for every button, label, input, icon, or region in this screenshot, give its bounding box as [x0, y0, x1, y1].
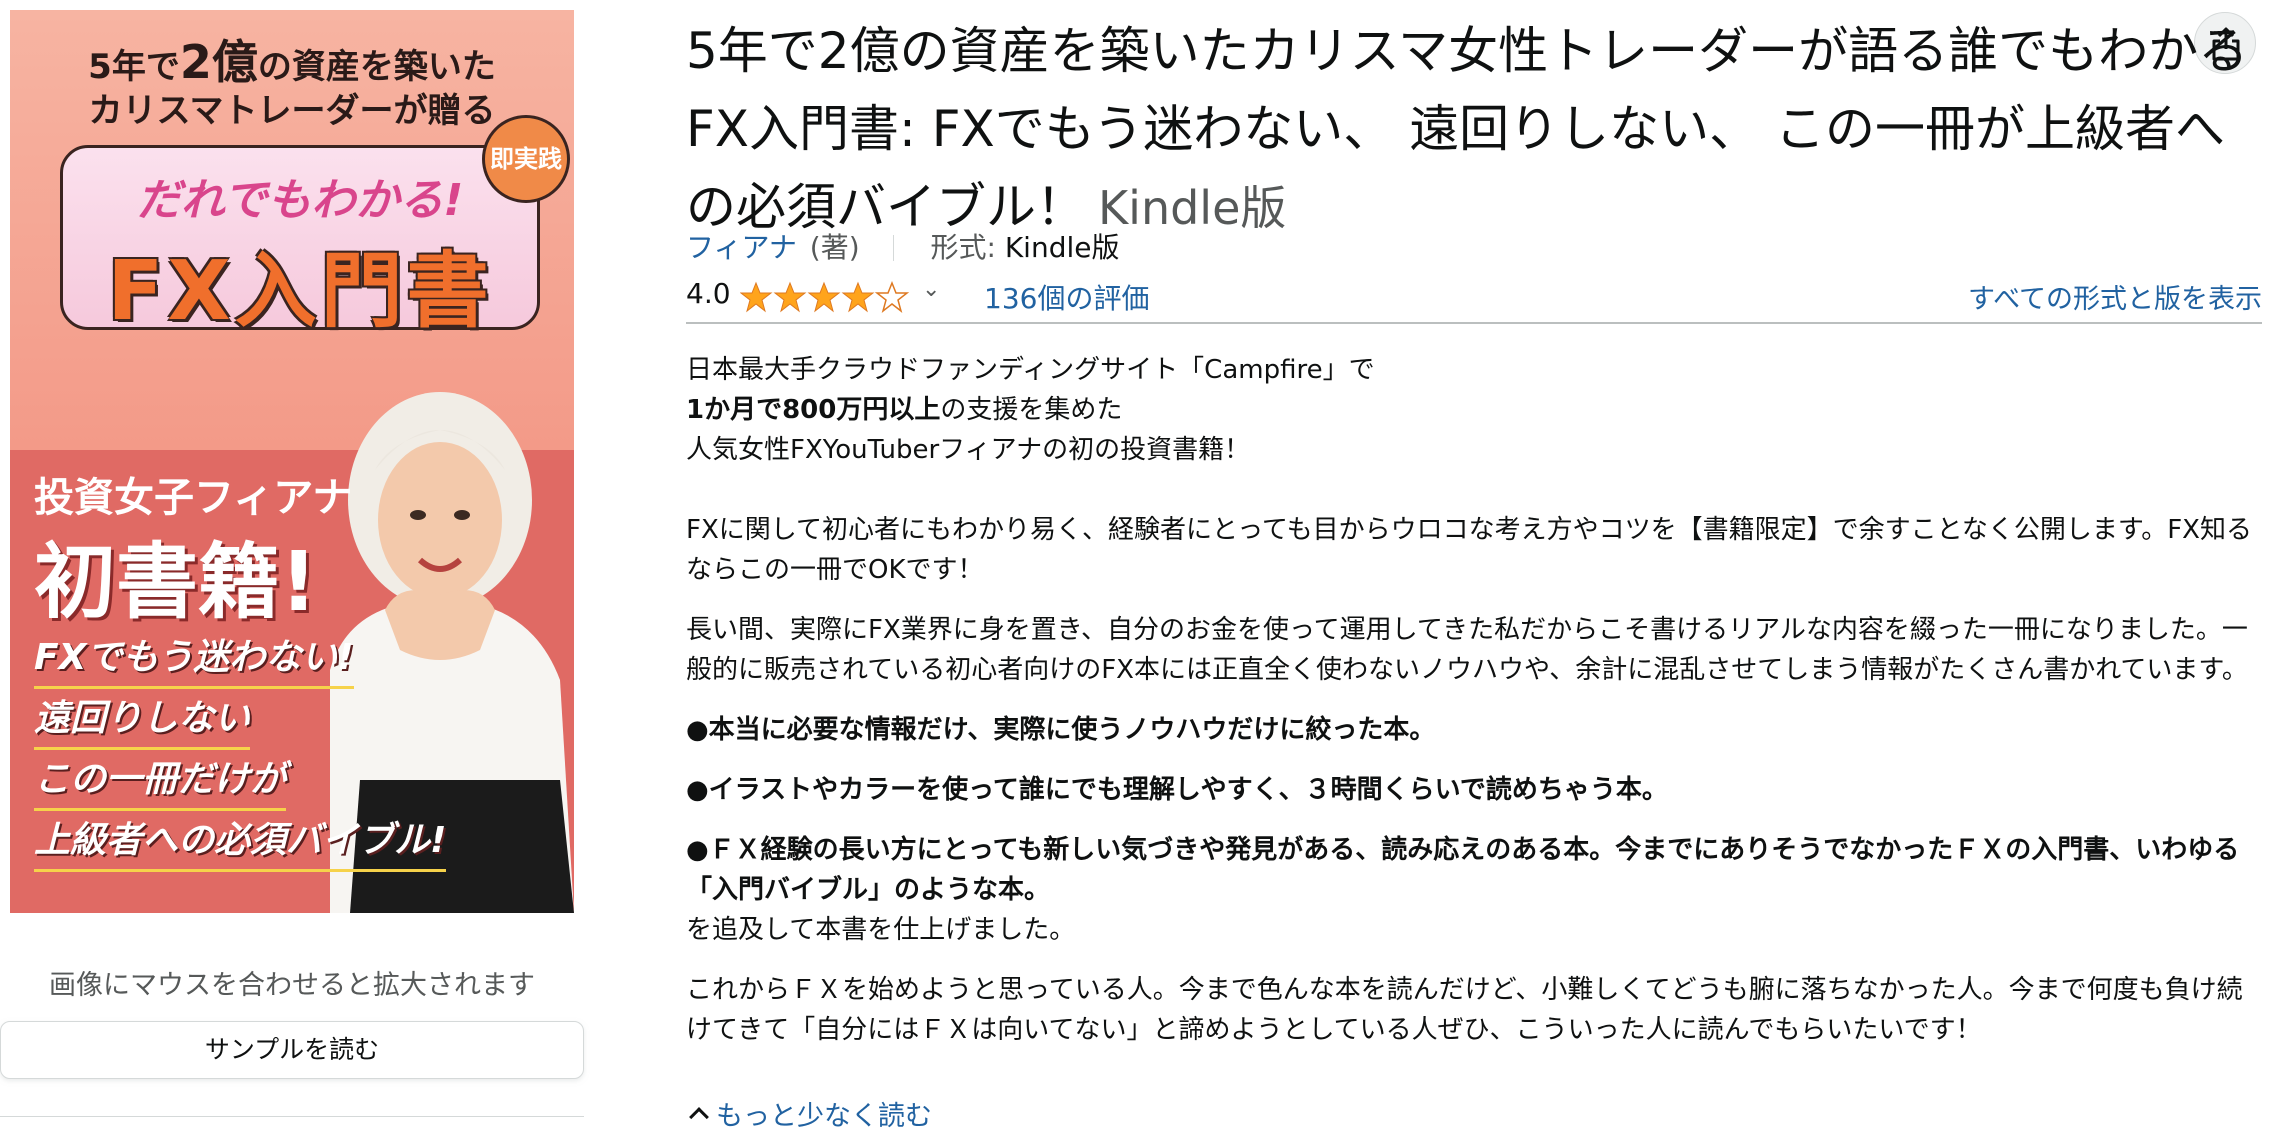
desc-bullet-3: ●ＦＸ経験の長い方にとっても新しい気づきや発見がある、読み応えのある本。今までに…: [686, 835, 2240, 905]
author-link[interactable]: フィアナ: [686, 231, 797, 264]
chevron-up-icon: [689, 1107, 709, 1127]
read-less-link[interactable]: もっと少なく読む: [686, 1094, 932, 1133]
cover-subtitle: だれでもわかる!: [136, 175, 464, 226]
desc-line-2-bold: 1か月で800万円以上: [686, 395, 941, 425]
byline: フィアナ (著) 形式: Kindle版: [686, 228, 1119, 268]
book-cover-image[interactable]: 5年で2億の資産を築いた カリスマトレーダーが贈る だれでもわかる! FX入門書…: [10, 10, 574, 913]
desc-paragraph-3: 長い間、実際にFX業界に身を置き、自分のお金を使って運用してきた私だからこそ書け…: [686, 615, 2248, 685]
product-title-text: 5年で2億の資産を築いたカリスマ女性トレーダーが語る誰でもわかるFX入門書: F…: [686, 22, 2249, 236]
product-title: 5年で2億の資産を築いたカリスマ女性トレーダーが語る誰でもわかるFX入門書: F…: [686, 12, 2266, 247]
desc-paragraph-4: を追及して本書を仕上げました。: [686, 915, 1076, 945]
author-role: (著): [809, 231, 860, 264]
desc-line-2: 1か月で800万円以上の支援を集めた: [686, 390, 2266, 430]
book-description: 日本最大手クラウドファンディングサイト「Campfire」で 1か月で800万円…: [686, 350, 2266, 1050]
header-divider: [686, 322, 2262, 324]
cover-main-title: FX入門書: [107, 244, 493, 339]
rating-score: 4.0: [686, 277, 731, 310]
desc-line-2-rest: の支援を集めた: [940, 395, 1123, 425]
byline-separator: [892, 235, 894, 261]
cover-title-box: だれでもわかる! FX入門書: [60, 145, 540, 339]
format-label: 形式:: [930, 231, 996, 264]
rating-row: 4.0 ⌄ 136個の評価 すべての形式と版を表示: [686, 275, 2262, 319]
desc-paragraph-5: これからＦＸを始めようと思っている人。今まで色んな本を読んだけど、小難しくてどう…: [686, 975, 2243, 1045]
cover-catchcopy: FXでもう迷わない! 遠回りしない この一冊だけが 上級者への必須バイブル!: [34, 630, 447, 874]
all-formats-link[interactable]: すべての形式と版を表示: [1968, 277, 2262, 316]
chevron-down-icon[interactable]: ⌄: [922, 277, 940, 302]
desc-paragraph-2: FXに関して初心者にもわかり易く、経験者にとっても目からウロコな考え方やコツを【…: [686, 515, 2252, 585]
cover-badge: 即実践: [482, 115, 570, 203]
cover-first-book: 初書籍!: [34, 535, 318, 630]
image-zoom-hint: 画像にマウスを合わせると拡大されます: [49, 970, 535, 1001]
star-rating-icon[interactable]: [740, 281, 910, 313]
read-less-label: もっと少なく読む: [716, 1101, 932, 1132]
desc-bullet-2: ●イラストやカラーを使って誰にでも理解しやすく、３時間くらいで読めちゃう本。: [686, 775, 1668, 805]
cover-tagline: 5年で2億の資産を築いた カリスマトレーダーが贈る: [88, 35, 496, 131]
left-divider: [0, 1116, 584, 1117]
desc-line-1: 日本最大手クラウドファンディングサイト「Campfire」で: [686, 355, 1375, 385]
format-value: Kindle版: [1004, 231, 1120, 264]
ratings-count-link[interactable]: 136個の評価: [984, 277, 1149, 317]
product-format-suffix: Kindle版: [1098, 181, 1287, 235]
read-sample-button[interactable]: サンプルを読む: [0, 1021, 584, 1079]
desc-bullet-1: ●本当に必要な情報だけ、実際に使うノウハウだけに絞った本。: [686, 715, 1436, 745]
desc-line-3: 人気女性FXYouTuberフィアナの初の投資書籍！: [686, 435, 1251, 465]
